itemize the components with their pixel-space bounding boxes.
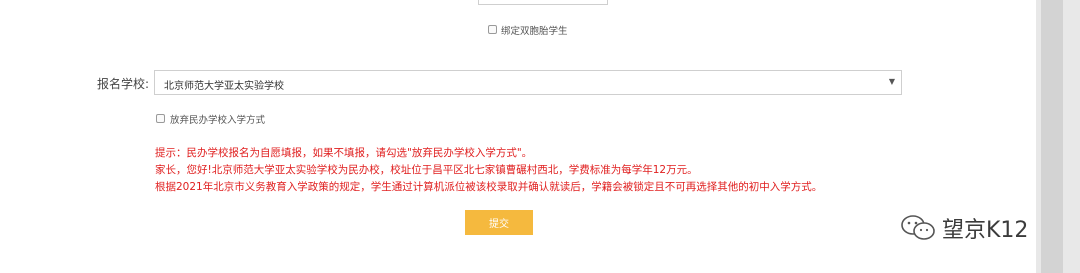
wechat-icon (901, 215, 935, 240)
notice-line-2: 家长，您好!北京师范大学亚太实验学校为民办校，校址位于昌平区北七家镇曹碾村西北，… (155, 164, 698, 176)
give-up-private-label: 放弃民办学校入学方式 (170, 115, 266, 126)
twins-checkbox-label: 绑定双胞胎学生 (501, 26, 568, 37)
school-select[interactable]: 北京师范大学亚太实验学校 ▼ (154, 70, 902, 95)
notice-line-1: 提示：民办学校报名为自愿填报，如果不填报，请勾选"放弃民办学校入学方式"。 (155, 147, 533, 159)
submit-button[interactable]: 提交 (465, 210, 533, 235)
chevron-down-icon: ▼ (888, 77, 895, 86)
form-panel: 绑定双胞胎学生 报名学校: 北京师范大学亚太实验学校 ▼ 放弃民办学校入学方式 … (0, 0, 1036, 273)
twins-checkbox[interactable] (488, 25, 497, 34)
scrollbar-thumb[interactable] (1041, 0, 1063, 273)
previous-input-field[interactable] (478, 0, 608, 5)
school-select-value: 北京师范大学亚太实验学校 (164, 81, 284, 92)
watermark-text: 望京K12 (942, 218, 1029, 243)
school-field-label: 报名学校: (97, 77, 150, 91)
give-up-private-checkbox[interactable] (156, 114, 165, 123)
notice-line-3: 根据2021年北京市义务教育入学政策的规定，学生通过计算机派位被该校录取并确认就… (155, 181, 823, 193)
watermark: 望京K12 (900, 212, 1028, 244)
